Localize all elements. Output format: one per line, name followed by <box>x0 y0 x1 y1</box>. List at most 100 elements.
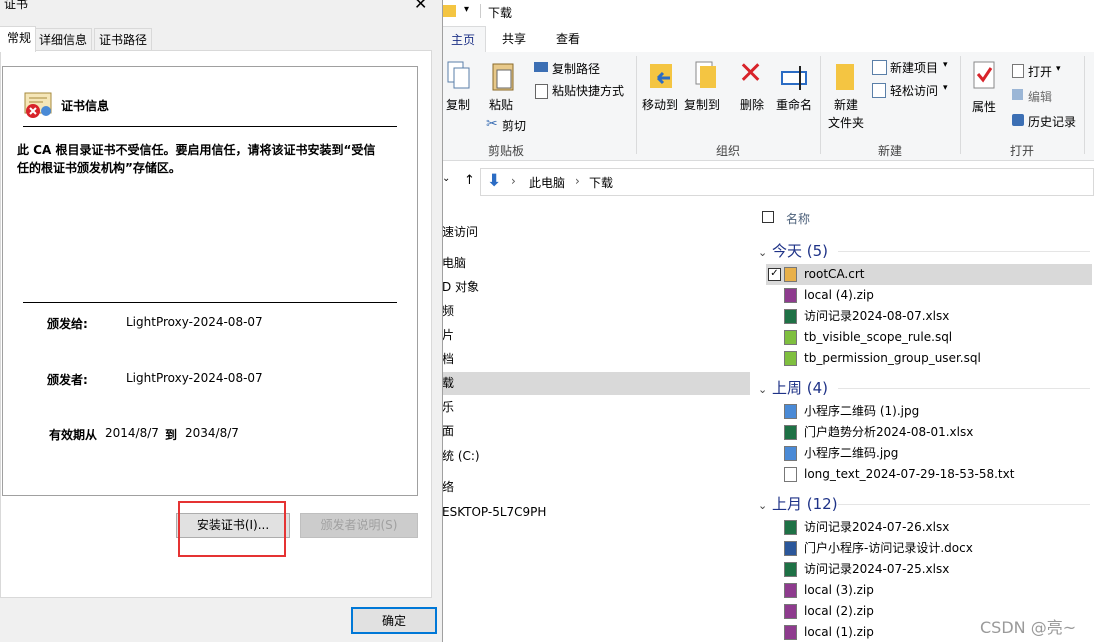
ribbon: 复制 粘贴 复制路径 粘贴快捷方式 ✂ 剪切 剪贴板 移动到 复制到 ✕ 删除 … <box>440 52 1094 161</box>
file-name: tb_visible_scope_rule.sql <box>804 330 953 344</box>
ribbon-separator <box>820 56 821 154</box>
file-name: local (4).zip <box>804 288 874 302</box>
chevron-down-icon[interactable]: ▾ <box>943 83 948 93</box>
chevron-down-icon[interactable]: ▾ <box>1056 64 1061 74</box>
file-row[interactable]: 小程序二维码 (1).jpg <box>784 401 1084 422</box>
file-row[interactable]: local (1).zip <box>784 622 1084 643</box>
breadcrumb-this-pc[interactable]: 此电脑 <box>529 174 565 191</box>
paste-button[interactable]: 粘贴 <box>489 96 513 113</box>
file-row[interactable]: tb_visible_scope_rule.sql <box>784 327 1084 348</box>
close-icon[interactable]: ✕ <box>414 0 427 13</box>
history-icon <box>1012 114 1024 126</box>
recent-locations-icon[interactable]: ⌄ <box>442 173 450 184</box>
file-name: local (2).zip <box>804 604 874 618</box>
address-bar-row: ⌄ ↑ ⬇ › 此电脑 › 下载 <box>440 168 1094 196</box>
breadcrumb-chevron-icon: › <box>511 174 516 188</box>
file-checkbox[interactable]: ✓ <box>768 268 781 281</box>
chevron-down-icon: ⌄ <box>758 383 768 396</box>
new-item-button[interactable]: 新建项目 <box>890 59 938 76</box>
copy-button[interactable]: 复制 <box>446 96 470 113</box>
address-bar[interactable]: ⬇ › 此电脑 › 下载 <box>480 168 1094 196</box>
file-row[interactable]: local (2).zip <box>784 601 1084 622</box>
move-to-icon <box>650 64 672 88</box>
file-row[interactable]: local (3).zip <box>784 580 1084 601</box>
file-name: 小程序二维码 (1).jpg <box>804 404 920 418</box>
new-folder-label-1[interactable]: 新建 <box>834 96 858 113</box>
column-header-name[interactable]: 名称 <box>786 210 810 227</box>
rename-button[interactable]: 重命名 <box>776 96 812 113</box>
file-row[interactable]: 访问记录2024-07-25.xlsx <box>784 559 1084 580</box>
cut-button[interactable]: 剪切 <box>502 117 526 134</box>
up-arrow-icon[interactable]: ↑ <box>464 173 475 188</box>
tab-home[interactable]: 主页 <box>440 26 487 53</box>
delete-button[interactable]: 删除 <box>740 96 764 113</box>
nav-item-documents[interactable]: 档 <box>440 348 750 371</box>
copy-icon <box>447 61 470 89</box>
copy-path-button[interactable]: 复制路径 <box>552 60 600 77</box>
file-name: 门户趋势分析2024-08-01.xlsx <box>804 425 974 439</box>
file-row[interactable]: 小程序二维码.jpg <box>784 443 1084 464</box>
file-row[interactable]: 访问记录2024-08-07.xlsx <box>784 306 1084 327</box>
tab-details[interactable]: 详细信息 <box>34 28 93 51</box>
nav-item-desktop[interactable]: 面 <box>440 420 750 443</box>
nav-item-system-drive[interactable]: 统 (C:) <box>440 445 750 468</box>
history-button[interactable]: 历史记录 <box>1028 113 1076 130</box>
ok-button[interactable]: 确定 <box>351 607 437 634</box>
tab-certification-path[interactable]: 证书路径 <box>94 28 153 51</box>
quick-access-dropdown-icon[interactable]: ▾ <box>464 4 469 15</box>
issuer-statement-button[interactable]: 颁发者说明(S) <box>300 513 418 538</box>
nav-item-network[interactable]: 络 <box>440 476 750 499</box>
open-button[interactable]: 打开 <box>1028 63 1052 80</box>
valid-from-value: 2014/8/7 <box>105 426 159 440</box>
breadcrumb-downloads[interactable]: 下载 <box>589 174 613 191</box>
issued-by-label: 颁发者: <box>47 373 88 387</box>
image-file-icon <box>784 404 797 419</box>
group-header[interactable]: ⌄ 上月 (12) <box>758 493 838 514</box>
spreadsheet-file-icon <box>784 520 797 535</box>
nav-item-videos[interactable]: 频 <box>440 300 750 323</box>
copy-path-icon <box>534 62 548 72</box>
explorer-title-bar: ▾ 下载 <box>440 0 1094 26</box>
chevron-down-icon[interactable]: ▾ <box>943 60 948 70</box>
nav-item-this-pc[interactable]: 电脑 <box>440 252 750 275</box>
certificate-info-box: 证书信息 此 CA 根目录证书不受信任。要启用信任，请将该证书安装到“受信任的根… <box>2 66 418 496</box>
spreadsheet-file-icon <box>784 562 797 577</box>
copy-to-button[interactable]: 复制到 <box>684 96 720 113</box>
file-row[interactable]: tb_permission_group_user.sql <box>784 348 1084 369</box>
group-label: 上周 (4) <box>772 379 829 397</box>
file-row[interactable]: 访问记录2024-07-26.xlsx <box>784 517 1084 538</box>
nav-item-3d-objects[interactable]: D 对象 <box>440 276 750 299</box>
new-folder-label-2[interactable]: 文件夹 <box>828 114 864 131</box>
nav-item-desktop-pc[interactable]: ESKTOP-5L7C9PH <box>440 501 750 524</box>
file-row[interactable]: 门户小程序-访问记录设计.docx <box>784 538 1084 559</box>
download-arrow-icon: ⬇ <box>487 171 502 191</box>
tab-share[interactable]: 共享 <box>492 26 536 52</box>
file-row[interactable]: 门户趋势分析2024-08-01.xlsx <box>784 422 1084 443</box>
file-row[interactable]: long_text_2024-07-29-18-53-58.txt <box>784 464 1084 485</box>
untrusted-warning-text: 此 CA 根目录证书不受信任。要启用信任，请将该证书安装到“受信任的根证书颁发机… <box>17 143 376 175</box>
new-group-label: 新建 <box>878 144 903 158</box>
file-name: local (1).zip <box>804 625 874 639</box>
tab-general[interactable]: 常规 <box>0 26 36 52</box>
issued-to-value: LightProxy-2024-08-07 <box>126 315 263 329</box>
paste-shortcut-button[interactable]: 粘贴快捷方式 <box>552 82 624 99</box>
edit-button[interactable]: 编辑 <box>1028 88 1052 105</box>
file-name: tb_permission_group_user.sql <box>804 351 981 365</box>
group-header[interactable]: ⌄ 今天 (5) <box>758 240 828 261</box>
select-all-checkbox[interactable] <box>762 211 774 223</box>
nav-item-pictures[interactable]: 片 <box>440 324 750 347</box>
file-row[interactable]: local (4).zip <box>784 285 1084 306</box>
easy-access-button[interactable]: 轻松访问 <box>890 82 938 99</box>
nav-item-quick-access[interactable]: 速访问 <box>440 221 750 244</box>
file-name: local (3).zip <box>804 583 874 597</box>
group-header[interactable]: ⌄ 上周 (4) <box>758 377 828 398</box>
properties-button[interactable]: 属性 <box>972 98 996 115</box>
file-row[interactable]: ✓ rootCA.crt <box>766 264 1092 285</box>
file-name: 门户小程序-访问记录设计.docx <box>804 541 973 555</box>
group-divider <box>838 504 1090 505</box>
move-to-button[interactable]: 移动到 <box>642 96 678 113</box>
tab-view[interactable]: 查看 <box>546 26 590 52</box>
nav-item-music[interactable]: 乐 <box>440 396 750 419</box>
nav-item-downloads[interactable]: 载 <box>440 372 750 395</box>
zip-file-icon <box>784 625 797 640</box>
